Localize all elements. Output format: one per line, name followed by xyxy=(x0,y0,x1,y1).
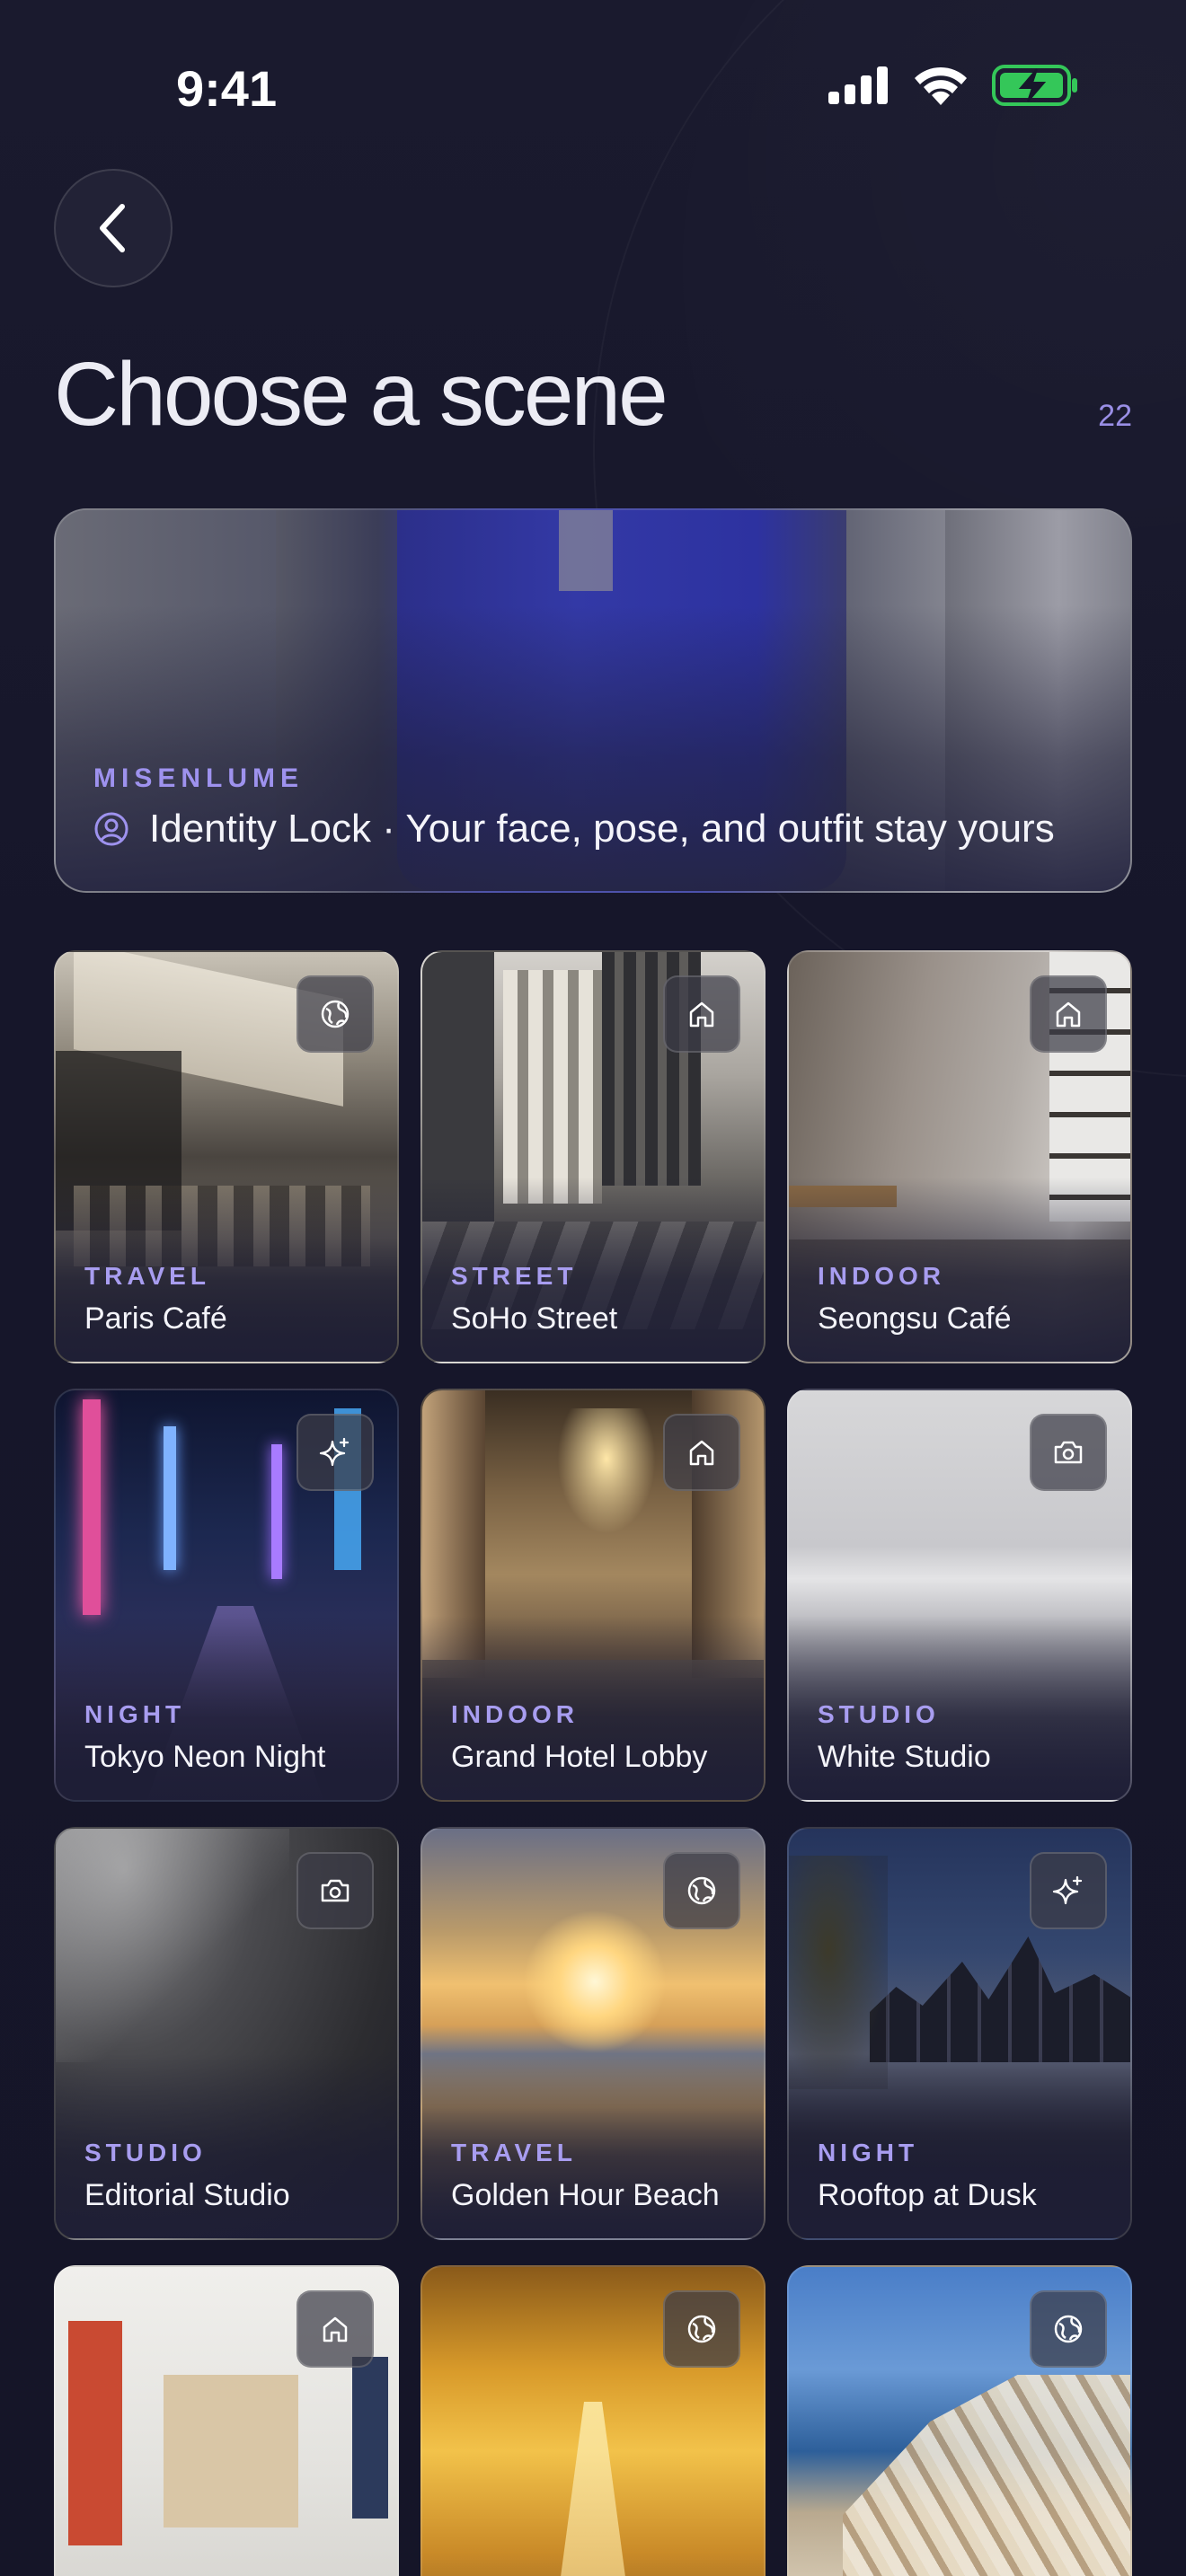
hero-text: Identity Lock · Your face, pose, and out… xyxy=(149,807,1055,851)
globe-icon xyxy=(687,2315,716,2343)
wifi-icon xyxy=(915,66,967,105)
scene-type-badge xyxy=(663,1414,740,1491)
identity-lock-banner[interactable]: MISENLUME Identity Lock · Your face, pos… xyxy=(54,508,1132,893)
scene-card-golden-hour-beach[interactable]: TRAVEL Golden Hour Beach xyxy=(420,1827,766,2240)
scene-type-badge xyxy=(1030,1852,1107,1929)
scene-type-badge xyxy=(296,2290,374,2368)
scene-category: NIGHT xyxy=(818,2139,919,2166)
scene-name: Seongsu Café xyxy=(818,1301,1012,1336)
home-icon xyxy=(689,1001,714,1028)
scene-art xyxy=(68,2321,122,2545)
scene-category: STREET xyxy=(451,1262,578,1290)
scene-card-rooftop-at-dusk[interactable]: NIGHT Rooftop at Dusk xyxy=(787,1827,1132,2240)
hero-line: Identity Lock · Your face, pose, and out… xyxy=(93,807,1055,851)
scene-card-seongsu-cafe[interactable]: INDOOR Seongsu Café xyxy=(787,950,1132,1363)
scene-card-soho-street[interactable]: STREET SoHo Street xyxy=(420,950,766,1363)
status-bar: 9:41 xyxy=(0,0,1186,171)
scene-category: NIGHT xyxy=(84,1700,186,1728)
camera-icon xyxy=(1054,1441,1083,1464)
scene-card-tokyo-neon-night[interactable]: NIGHT Tokyo Neon Night xyxy=(54,1389,399,1802)
scene-card-autumn-path[interactable] xyxy=(420,2265,766,2576)
scene-art xyxy=(843,2375,1130,2576)
scene-category: INDOOR xyxy=(451,1700,579,1728)
scene-card-editorial-studio[interactable]: STUDIO Editorial Studio xyxy=(54,1827,399,2240)
scene-grid: TRAVEL Paris Café STREET SoHo Street IND… xyxy=(54,950,1132,2576)
scene-category: TRAVEL xyxy=(84,1262,210,1290)
home-icon xyxy=(1056,1001,1081,1028)
scene-type-badge xyxy=(296,1414,374,1491)
camera-icon xyxy=(321,1879,350,1902)
scene-name: Paris Café xyxy=(84,1301,227,1336)
scene-name: Tokyo Neon Night xyxy=(84,1740,326,1774)
globe-icon xyxy=(687,1876,716,1905)
scene-category: INDOOR xyxy=(818,1262,945,1290)
scene-type-badge xyxy=(1030,2290,1107,2368)
scene-type-badge xyxy=(1030,1414,1107,1491)
scene-picker-screen: 9:41 Choose a scene 22 MISENLUME Identit… xyxy=(0,0,1186,2576)
scene-card-grand-hotel-lobby[interactable]: INDOOR Grand Hotel Lobby xyxy=(420,1389,766,1802)
scene-name: Rooftop at Dusk xyxy=(818,2178,1037,2212)
sparkle-icon xyxy=(319,1437,350,1467)
scene-type-badge xyxy=(1030,975,1107,1053)
scene-card-paris-cafe[interactable]: TRAVEL Paris Café xyxy=(54,950,399,1363)
scene-type-badge xyxy=(296,1852,374,1929)
scene-card-coastal-village[interactable] xyxy=(787,2265,1132,2576)
scene-name: Editorial Studio xyxy=(84,2178,290,2212)
home-icon xyxy=(689,1440,714,1466)
scene-art xyxy=(164,2375,298,2527)
scene-category: STUDIO xyxy=(818,1700,940,1728)
status-time: 9:41 xyxy=(176,60,278,117)
globe-icon xyxy=(321,1000,350,1028)
user-circle-icon xyxy=(94,812,128,846)
scene-art xyxy=(548,2402,638,2576)
scene-type-badge xyxy=(663,975,740,1053)
home-icon xyxy=(323,2316,348,2342)
chevron-left-icon xyxy=(100,204,125,252)
scene-art xyxy=(352,2357,388,2519)
hero-brand: MISENLUME xyxy=(93,763,304,793)
sparkle-icon xyxy=(1052,1875,1083,1905)
scene-name: Grand Hotel Lobby xyxy=(451,1740,708,1774)
globe-icon xyxy=(1054,2315,1083,2343)
scene-category: TRAVEL xyxy=(451,2139,577,2166)
scene-category: STUDIO xyxy=(84,2139,207,2166)
scene-type-badge xyxy=(296,975,374,1053)
back-button[interactable] xyxy=(54,169,173,287)
scene-name: SoHo Street xyxy=(451,1301,618,1336)
cellular-signal-icon xyxy=(828,66,888,104)
scene-count: 22 xyxy=(1098,399,1132,433)
scene-card-gallery[interactable] xyxy=(54,2265,399,2576)
page-title: Choose a scene xyxy=(54,344,668,445)
battery-charging-icon xyxy=(992,65,1077,106)
scene-name: White Studio xyxy=(818,1740,991,1774)
scene-type-badge xyxy=(663,1852,740,1929)
scene-name: Golden Hour Beach xyxy=(451,2178,720,2212)
status-icons xyxy=(828,65,1078,106)
scene-card-white-studio[interactable]: STUDIO White Studio xyxy=(787,1389,1132,1802)
scene-type-badge xyxy=(663,2290,740,2368)
